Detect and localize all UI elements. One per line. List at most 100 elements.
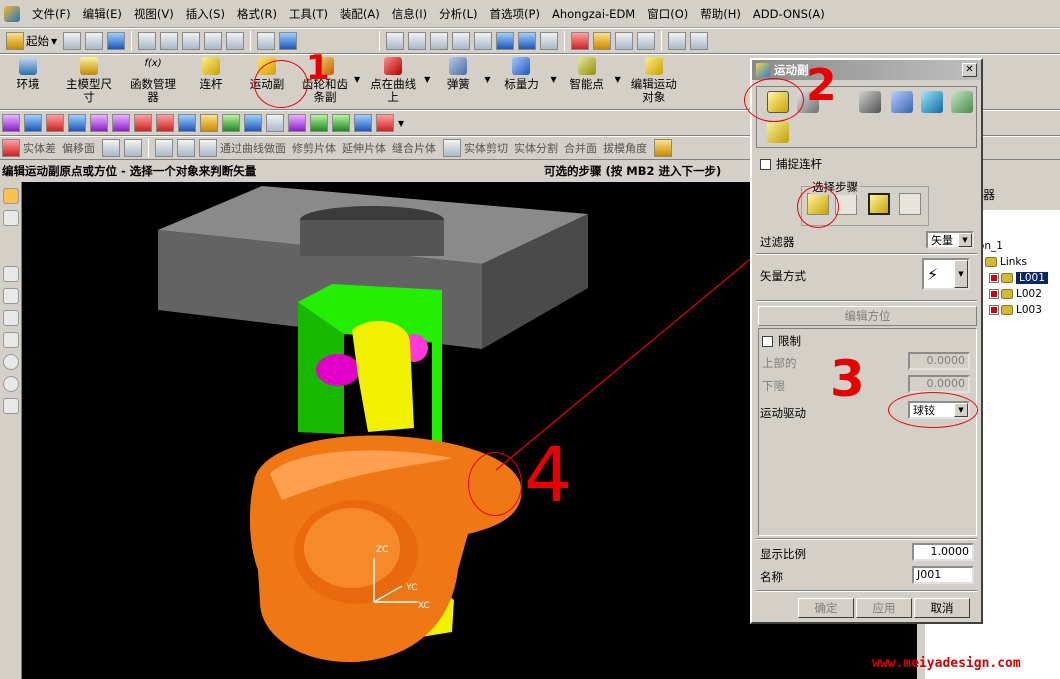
body-split-label[interactable]: 实体分割	[514, 140, 558, 156]
grid-select-icon[interactable]	[266, 114, 284, 132]
tree-icon[interactable]	[244, 114, 262, 132]
tree-link-item[interactable]: L003	[989, 304, 1042, 316]
chevron-down-icon[interactable]: ▼	[615, 75, 621, 84]
hat-icon[interactable]	[332, 114, 350, 132]
spherical-joint-icon[interactable]	[921, 91, 943, 113]
chevron-down-icon[interactable]: ▼	[424, 75, 430, 84]
dialog-title-bar[interactable]: 运动副 ✕	[752, 60, 981, 80]
menu-assembly[interactable]: 装配(A)	[334, 6, 386, 22]
sketch-icon[interactable]	[3, 210, 19, 226]
offset-face-label[interactable]: 偏移面	[62, 140, 95, 156]
selection-scope-icon[interactable]	[615, 32, 634, 50]
trim-icon[interactable]	[124, 139, 142, 157]
filter-icon[interactable]	[593, 32, 612, 50]
pan-icon[interactable]	[474, 32, 493, 50]
upper-limit-input[interactable]: 0.0000	[908, 352, 970, 370]
tree-link-item[interactable]: L002	[989, 288, 1042, 300]
fit-view-icon[interactable]	[386, 32, 405, 50]
refresh-icon[interactable]	[496, 32, 515, 50]
fixed-joint-icon[interactable]	[767, 121, 789, 143]
polyline-icon[interactable]	[3, 288, 19, 304]
scalar-force-button[interactable]: 标量力	[492, 57, 550, 91]
checkbox-box[interactable]	[762, 335, 773, 347]
zoom-in-icon[interactable]	[430, 32, 449, 50]
screen-icon[interactable]	[222, 114, 240, 132]
menu-insert[interactable]: 插入(S)	[180, 6, 231, 22]
point-icon[interactable]	[200, 114, 218, 132]
link-button[interactable]: 连杆	[184, 57, 238, 91]
menu-view[interactable]: 视图(V)	[128, 6, 180, 22]
menu-info[interactable]: 信息(I)	[386, 6, 433, 22]
subtract-label[interactable]: 实体差	[23, 140, 56, 156]
smart-point-button[interactable]: 智能点	[559, 57, 615, 91]
split-body-icon[interactable]	[443, 139, 461, 157]
menu-file[interactable]: 文件(F)	[26, 6, 77, 22]
universal-joint-icon[interactable]	[891, 91, 913, 113]
draft-icon[interactable]	[654, 139, 672, 157]
sew-sheet-label[interactable]: 缝合片体	[392, 140, 436, 156]
screw-joint-icon[interactable]	[859, 91, 881, 113]
chevron-down-icon[interactable]: ▼	[550, 75, 556, 84]
edit-orientation-button[interactable]: 编辑方位	[758, 306, 977, 326]
menu-edit[interactable]: 编辑(E)	[77, 6, 128, 22]
zoom-icon[interactable]	[408, 32, 427, 50]
function-manager-button[interactable]: f(x) 函数管理 器	[122, 57, 184, 104]
chevron-down-icon[interactable]: ▼	[484, 75, 490, 84]
merge-face-label[interactable]: 合并面	[564, 140, 597, 156]
chevron-down-icon[interactable]: ▼	[954, 260, 968, 288]
spline-icon[interactable]	[3, 332, 19, 348]
planar-joint-icon[interactable]	[951, 91, 973, 113]
arc-icon[interactable]	[3, 310, 19, 326]
menu-analysis[interactable]: 分析(L)	[433, 6, 483, 22]
edit-motion-object-button[interactable]: 编辑运动 对象	[623, 57, 685, 104]
arrow-icon[interactable]	[376, 114, 394, 132]
subtract-icon[interactable]	[2, 139, 20, 157]
rotate-icon[interactable]	[452, 32, 471, 50]
block-icon[interactable]	[24, 114, 42, 132]
checkbox-box[interactable]	[760, 158, 771, 170]
spring-button[interactable]: 弹簧	[432, 57, 484, 91]
cross-icon[interactable]	[288, 114, 306, 132]
circle-center-icon[interactable]	[3, 376, 19, 392]
curve-mesh-icon[interactable]	[199, 139, 217, 157]
extend-sheet-label[interactable]: 延伸片体	[342, 140, 386, 156]
new-file-icon[interactable]	[63, 32, 82, 50]
cancel-button[interactable]: 取消	[914, 598, 970, 618]
environment-button[interactable]: 环境	[0, 57, 56, 91]
ok-button[interactable]: 确定	[798, 598, 854, 618]
apply-button[interactable]: 应用	[856, 598, 912, 618]
menu-tools[interactable]: 工具(T)	[283, 6, 334, 22]
body-cut-label[interactable]: 实体剪切	[464, 140, 508, 156]
eye-icon[interactable]	[46, 114, 64, 132]
through-curves-label[interactable]: 通过曲线做面	[220, 140, 286, 156]
undo-icon[interactable]	[226, 32, 245, 50]
branch-icon[interactable]	[354, 114, 372, 132]
sheet-icon[interactable]	[112, 114, 130, 132]
point-create-icon[interactable]	[3, 398, 19, 414]
copy-icon[interactable]	[160, 32, 179, 50]
tree-links-node[interactable]: Links	[985, 256, 1027, 268]
lower-limit-input[interactable]: 0.0000	[908, 375, 970, 393]
render-style-icon[interactable]	[518, 32, 537, 50]
step-second-link-icon[interactable]	[899, 193, 921, 215]
name-input[interactable]: J001	[912, 566, 974, 584]
grid-icon[interactable]	[68, 114, 86, 132]
point-on-curve-button[interactable]: 点在曲线 上	[362, 57, 424, 104]
save-icon[interactable]	[107, 32, 126, 50]
menu-help[interactable]: 帮助(H)	[694, 6, 747, 22]
section-icon[interactable]	[177, 139, 195, 157]
snap-icon[interactable]	[3, 188, 19, 204]
delete-icon[interactable]	[204, 32, 223, 50]
chevron-down-icon[interactable]: ▼	[958, 233, 972, 247]
start-button[interactable]: 起始 ▼	[0, 32, 61, 50]
repeat-command-icon[interactable]	[257, 32, 276, 50]
selection-type-icon[interactable]	[637, 32, 656, 50]
select-icon[interactable]	[279, 32, 298, 50]
box-icon[interactable]	[178, 114, 196, 132]
limit-checkbox[interactable]: 限制	[762, 333, 801, 349]
cube-icon[interactable]	[156, 114, 174, 132]
display-scale-input[interactable]: 1.0000	[912, 543, 974, 561]
snap-link-checkbox[interactable]: 捕捉连杆	[760, 156, 822, 172]
snap-point-icon[interactable]	[571, 32, 590, 50]
filter-select[interactable]: 矢量 ▼	[926, 231, 974, 249]
